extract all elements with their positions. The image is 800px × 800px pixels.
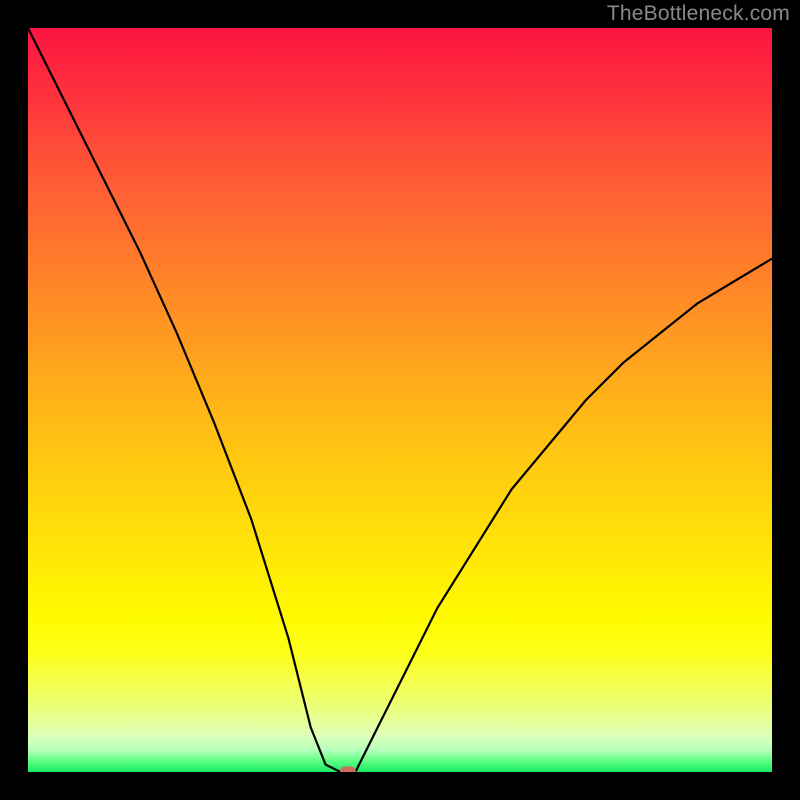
- bottleneck-curve: [28, 28, 772, 772]
- chart-frame: TheBottleneck.com: [0, 0, 800, 800]
- watermark-text: TheBottleneck.com: [607, 2, 790, 26]
- plot-area: [28, 28, 772, 772]
- optimal-point-marker: [340, 767, 356, 773]
